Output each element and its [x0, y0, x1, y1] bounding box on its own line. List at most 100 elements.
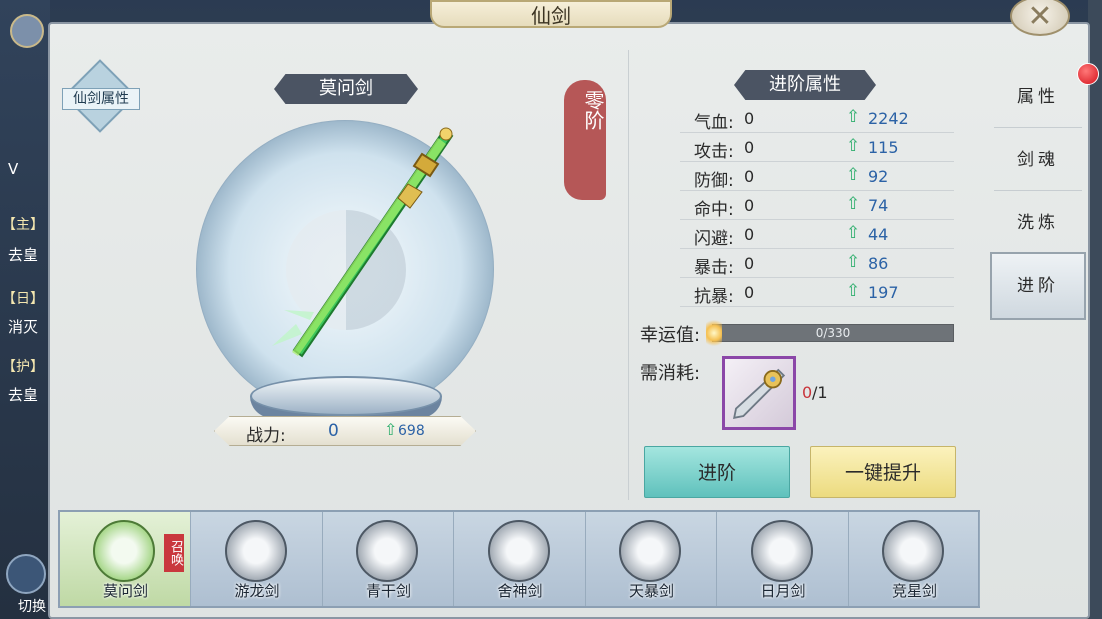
player-avatar[interactable]: [10, 14, 44, 48]
luck-progress-bar: 0/330: [712, 324, 954, 342]
arrow-up-icon: ⇧: [846, 107, 861, 127]
vip-label: V: [8, 160, 19, 178]
sword-icon: [224, 520, 287, 582]
stat-current-value: 0: [744, 225, 755, 244]
stat-name: 命中:: [694, 200, 734, 220]
sword-list-item[interactable]: 游龙剑: [192, 512, 323, 606]
arrow-up-icon: ⇧: [384, 420, 398, 439]
sword-attributes-label: 仙剑属性: [62, 88, 140, 110]
stat-increase-value: 115: [868, 138, 899, 157]
cost-label: 需消耗:: [640, 363, 701, 384]
stat-name: 气血:: [694, 113, 734, 133]
quest-text-daily[interactable]: 消灭: [8, 316, 38, 337]
stat-row: 气血: 0 ⇧ 2242: [680, 104, 954, 133]
sword-model: [272, 127, 454, 358]
combat-power-value: 0: [328, 421, 339, 441]
stat-increase-value: 86: [868, 254, 889, 273]
sword-icon: [93, 520, 155, 582]
quest-tag-guard: 【护】: [2, 359, 44, 375]
tab-attributes[interactable]: 属性: [994, 66, 1082, 128]
sparkle-icon: [706, 316, 722, 350]
stat-increase-value: 2242: [868, 109, 909, 128]
stat-increase-value: 44: [868, 225, 889, 244]
tab-refine[interactable]: 洗炼: [994, 192, 1082, 254]
stat-increase-value: 92: [868, 167, 889, 186]
left-hud: V 【主】 去皇 【日】 消灭 【护】 去皇 切换: [0, 0, 50, 619]
switch-icon[interactable]: [6, 554, 46, 594]
stat-current-value: 0: [744, 167, 755, 186]
stat-name: 防御:: [694, 171, 734, 191]
tab-sword-soul[interactable]: 剑魂: [994, 129, 1082, 191]
notification-dot-icon: [1077, 63, 1099, 85]
close-icon: ✕: [1027, 0, 1053, 34]
arrow-up-icon: ⇧: [846, 281, 861, 301]
stat-current-value: 0: [744, 109, 755, 128]
sword-list-item[interactable]: 青干剑: [323, 512, 454, 606]
advance-button[interactable]: 进阶: [644, 446, 790, 498]
advance-stats-banner: 进阶属性: [734, 70, 876, 100]
material-item-slot[interactable]: [722, 356, 796, 430]
summon-badge: 召唤: [164, 534, 184, 572]
panel-title: 仙剑: [430, 0, 672, 28]
sword-list-item[interactable]: 天暴剑: [586, 512, 717, 606]
quest-tag-main: 【主】: [2, 217, 44, 233]
switch-label: 切换: [18, 599, 46, 615]
one-click-upgrade-button[interactable]: 一键提升: [810, 446, 956, 498]
arrow-up-icon: ⇧: [846, 194, 861, 214]
quest-tag-daily: 【日】: [2, 291, 44, 307]
sword-list-item-name: 舍神剑: [497, 582, 543, 600]
stat-row: 闪避: 0 ⇧ 44: [680, 220, 954, 249]
luck-progress-text: 0/330: [815, 326, 851, 340]
sword-attributes-button[interactable]: 仙剑属性: [62, 59, 140, 133]
rank-text: 零阶: [581, 90, 605, 130]
sword-list-item[interactable]: 莫问剑 召唤: [60, 512, 191, 606]
quest-text-main[interactable]: 去皇: [8, 244, 38, 265]
stat-current-value: 0: [744, 196, 755, 215]
stat-current-value: 0: [744, 254, 755, 273]
sword-list-item[interactable]: 日月剑: [718, 512, 849, 606]
stat-name: 攻击:: [694, 142, 734, 162]
sword-list-item-name: 莫问剑: [102, 582, 148, 600]
stat-current-value: 0: [744, 283, 755, 302]
stat-name: 暴击:: [694, 258, 734, 278]
stat-row: 命中: 0 ⇧ 74: [680, 191, 954, 220]
sword-list-item-name: 日月剑: [760, 582, 806, 600]
arrow-up-icon: ⇧: [846, 252, 861, 272]
sword-icon: [356, 520, 418, 582]
sword-list-item-name: 天暴剑: [628, 582, 674, 600]
stat-increase-value: 197: [868, 283, 899, 302]
sword-list: 莫问剑 召唤游龙剑 青干剑 舍神剑 天暴剑 日月剑 竞星剑: [58, 510, 980, 608]
dagger-icon: [733, 368, 786, 419]
arrow-up-icon: ⇧: [846, 165, 861, 185]
panel-divider: [628, 50, 629, 500]
stat-row: 攻击: 0 ⇧ 115: [680, 133, 954, 162]
right-hud-edge: [1088, 0, 1102, 619]
sword-list-item-name: 青干剑: [365, 582, 411, 600]
combat-power-label: 战力:: [246, 426, 286, 446]
sword-icon: [487, 520, 550, 582]
stat-name: 闪避:: [694, 229, 734, 249]
sword-icon: [619, 520, 681, 582]
arrow-up-icon: ⇧: [846, 223, 861, 243]
sword-list-item[interactable]: 舍神剑: [455, 512, 586, 606]
material-owned-count: 0: [802, 383, 813, 402]
arrow-up-icon: ⇧: [846, 136, 861, 156]
tab-advance[interactable]: 进阶: [990, 252, 1086, 320]
pedestal: [250, 376, 442, 416]
stat-row: 防御: 0 ⇧ 92: [680, 162, 954, 191]
material-required-count: /1: [812, 383, 828, 402]
quest-text-guard[interactable]: 去皇: [8, 384, 38, 405]
rank-stamp: 零阶: [564, 80, 606, 200]
stat-increase-value: 74: [868, 196, 889, 215]
stat-current-value: 0: [744, 138, 755, 157]
sword-list-item[interactable]: 竞星剑: [849, 512, 980, 606]
stat-row: 暴击: 0 ⇧ 86: [680, 249, 954, 278]
sword-name-banner: 莫问剑: [274, 74, 418, 104]
sword-icon: [882, 520, 944, 582]
sword-icon: [750, 520, 813, 582]
stat-name: 抗暴:: [694, 287, 734, 307]
luck-label: 幸运值:: [640, 325, 701, 346]
stat-row: 抗暴: 0 ⇧ 197: [680, 278, 954, 307]
sword-list-item-name: 游龙剑: [234, 582, 280, 600]
combat-power-increase: 698: [398, 423, 425, 439]
